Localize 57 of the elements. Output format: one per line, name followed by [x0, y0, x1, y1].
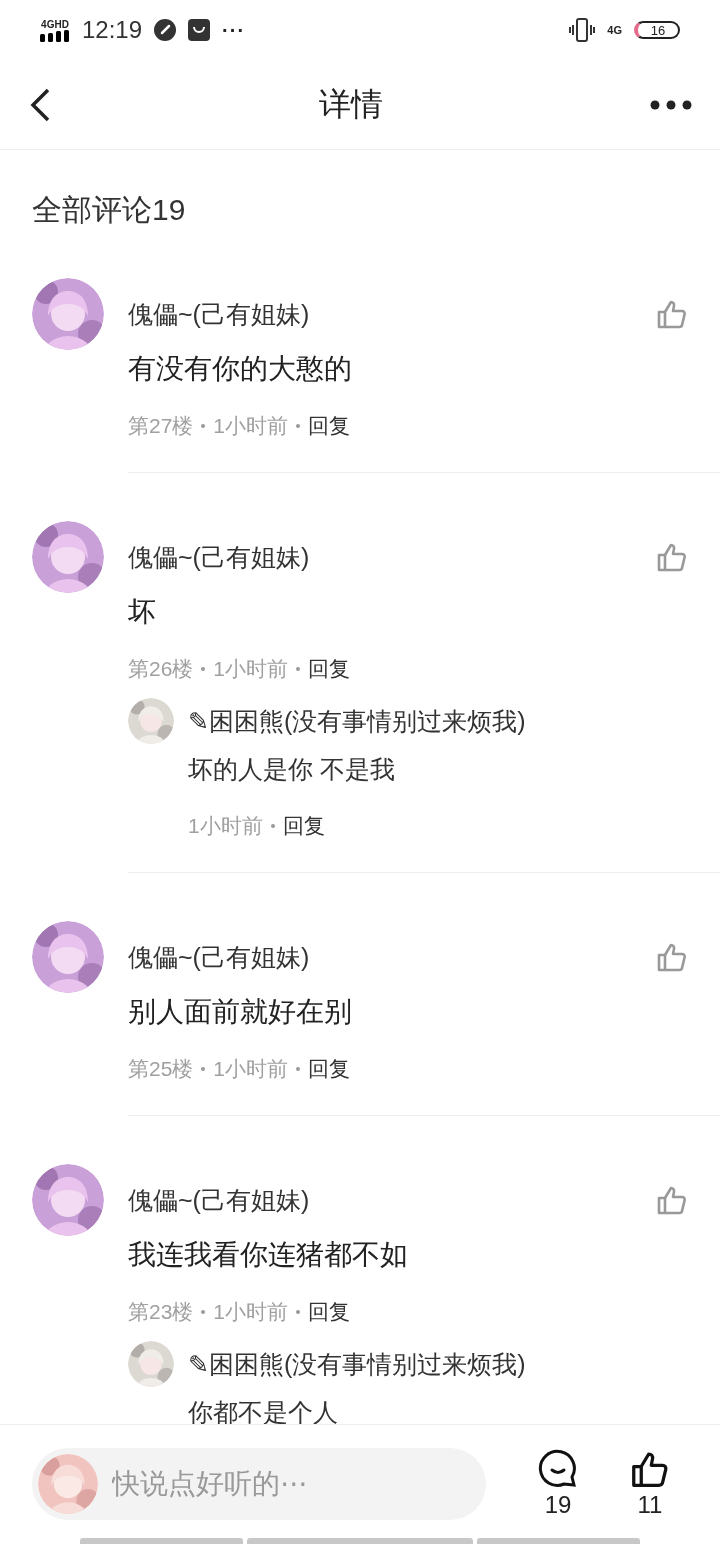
network-type: 4GHD	[41, 18, 69, 30]
floor-number: 第23楼	[128, 1299, 194, 1325]
page-title: 详情	[319, 84, 383, 124]
floor-number: 第26楼	[128, 656, 194, 682]
comment-count: 19	[544, 1491, 572, 1519]
timestamp: 1小时前	[213, 656, 289, 682]
username[interactable]: ✎困困熊(没有事情别过来烦我)	[188, 701, 720, 741]
comment-text: 别人面前就好在别	[128, 995, 353, 1029]
more-notifications: ···	[222, 18, 246, 42]
like-count: 11	[637, 1491, 663, 1519]
thumbs-up-icon[interactable]	[656, 541, 688, 573]
reply-link[interactable]: 回复	[308, 651, 351, 687]
comment-icon[interactable]	[538, 1449, 578, 1489]
timestamp: 1小时前	[188, 813, 263, 839]
username[interactable]: 傀儡~(己有姐妹)	[128, 937, 310, 977]
separator-dot	[201, 1310, 206, 1314]
comment-text: 我连我看你连猪都不如	[128, 1238, 409, 1272]
separator-dot	[201, 424, 206, 428]
separator-dot	[270, 824, 275, 828]
network-type: 4G	[607, 24, 622, 36]
signal-icon	[40, 29, 70, 42]
timestamp: 1小时前	[213, 1299, 289, 1325]
reply-link[interactable]: 回复	[308, 408, 351, 444]
timestamp: 1小时前	[213, 1056, 289, 1082]
reply-link[interactable]: 回复	[282, 808, 325, 844]
comment-text: 坏	[128, 595, 157, 629]
thumbs-up-icon[interactable]	[656, 1184, 688, 1216]
comment-text: 有没有你的大憨的	[128, 352, 353, 386]
username[interactable]: ✎困困熊(没有事情别过来烦我)	[188, 1344, 720, 1384]
thumbs-up-icon[interactable]	[656, 941, 688, 973]
username[interactable]: 傀儡~(己有姐妹)	[128, 294, 310, 334]
comment-input[interactable]: 快说点好听的⋯	[110, 1467, 474, 1501]
thumbs-up-icon[interactable]	[656, 298, 688, 330]
separator-dot	[296, 1067, 301, 1071]
floor-number: 第25楼	[128, 1056, 194, 1082]
separator-dot	[201, 667, 206, 671]
separator-dot	[296, 424, 301, 428]
username[interactable]: 傀儡~(己有姐妹)	[128, 1180, 310, 1220]
clock: 12:19	[82, 16, 143, 44]
floor-number: 第27楼	[128, 413, 194, 439]
vibrate-icon	[569, 18, 596, 42]
separator-dot	[296, 667, 301, 671]
username[interactable]: 傀儡~(己有姐妹)	[128, 537, 310, 577]
back-icon[interactable]	[28, 86, 52, 123]
reply-link[interactable]: 回复	[308, 1294, 351, 1330]
speedometer-icon	[154, 19, 177, 41]
shopping-bag-icon	[188, 19, 211, 41]
comments-title: 全部评论19	[31, 192, 187, 228]
separator-dot	[201, 1067, 206, 1071]
battery-indicator: 16	[634, 21, 680, 39]
timestamp: 1小时前	[213, 413, 289, 439]
thumbs-up-icon[interactable]	[630, 1449, 670, 1489]
reply-link[interactable]: 回复	[308, 1051, 351, 1087]
reply-text: 坏的人是你 不是我	[188, 754, 396, 785]
separator-dot	[296, 1310, 301, 1314]
comment-field[interactable]: 快说点好听的⋯	[32, 1448, 486, 1520]
more-icon[interactable]	[650, 99, 692, 110]
